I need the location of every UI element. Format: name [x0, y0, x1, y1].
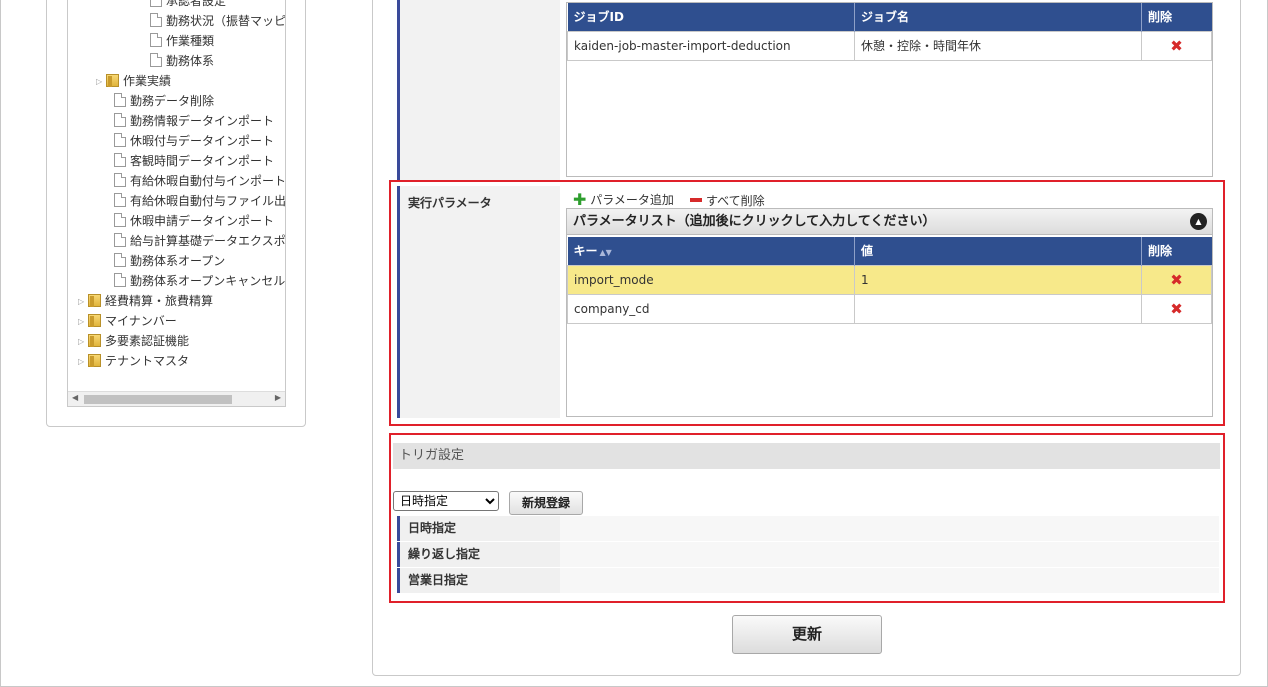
tree-item[interactable]: 有給休暇自動付与ファイル出 — [114, 191, 285, 211]
horizontal-scrollbar[interactable]: ◀ ▶ — [68, 391, 285, 406]
folder-icon — [88, 334, 101, 347]
tree-item[interactable]: 勤務体系 — [150, 51, 214, 71]
doc-icon — [114, 153, 126, 167]
folder-icon — [106, 74, 119, 87]
tree-item[interactable]: 給与計算基礎データエクスポ — [114, 231, 285, 251]
expand-arrow-icon[interactable]: ▷ — [78, 312, 88, 332]
tree-item[interactable]: 休暇申請データインポート — [114, 211, 274, 231]
col-header-job-id[interactable]: ジョブID — [567, 3, 855, 31]
tree-item-folder[interactable]: ▷ 経費精算・旅費精算 — [78, 291, 213, 311]
trigger-row-label: 営業日指定 — [397, 568, 560, 593]
col-header-key[interactable]: キー ▲▼ — [567, 237, 855, 265]
trigger-row-repeat: 繰り返し指定 — [397, 542, 1219, 567]
tree-item[interactable]: 作業種類 — [150, 31, 214, 51]
trigger-row-label: 日時指定 — [397, 516, 560, 541]
delete-x-icon[interactable]: ✖ — [1170, 37, 1183, 55]
col-header-job-name[interactable]: ジョブ名 — [854, 3, 1142, 31]
doc-icon — [150, 53, 162, 67]
job-list-label — [397, 0, 560, 181]
collapse-up-icon[interactable]: ▲ — [1190, 213, 1207, 230]
delete-cell[interactable]: ✖ — [1141, 264, 1212, 295]
tree-item[interactable]: 有給休暇自動付与インポート — [114, 171, 285, 191]
tree-item[interactable]: 勤務体系オープンキャンセル — [114, 271, 285, 291]
params-label: 実行パラメータ — [397, 186, 560, 418]
doc-icon — [114, 233, 126, 247]
plus-icon: ✚ — [573, 190, 587, 209]
menu-tree: 承認者設定 勤務状況（振替マッピ 作業種類 勤務体系 ▷ 作業実績 勤務データ削除… — [67, 0, 286, 407]
tree-item[interactable]: 休暇付与データインポート — [114, 131, 274, 151]
col-header-delete: 削除 — [1141, 3, 1212, 31]
param-key-cell[interactable]: import_mode — [567, 264, 855, 295]
trigger-section-header: トリガ設定 — [393, 443, 1220, 469]
parameter-list: パラメータリスト（追加後にクリックして入力してください） ▲ キー ▲▼ 値 削除… — [566, 208, 1213, 417]
delete-x-icon[interactable]: ✖ — [1170, 300, 1183, 318]
tree-item-folder[interactable]: ▷ 作業実績 — [96, 71, 171, 91]
tree-item[interactable]: 勤務状況（振替マッピ — [150, 11, 285, 31]
trigger-row-datetime: 日時指定 — [397, 516, 1219, 541]
tree-item-folder[interactable]: ▷ マイナンバー — [78, 311, 177, 331]
job-id-cell[interactable]: kaiden-job-master-import-deduction — [567, 30, 855, 61]
trigger-row-label: 繰り返し指定 — [397, 542, 560, 567]
menu-tree-panel: 承認者設定 勤務状況（振替マッピ 作業種類 勤務体系 ▷ 作業実績 勤務データ削除… — [46, 0, 306, 427]
table-row[interactable]: kaiden-job-master-import-deduction 休憩・控除… — [567, 30, 1212, 61]
parameter-list-caption: パラメータリスト（追加後にクリックして入力してください） ▲ — [567, 209, 1212, 235]
doc-icon — [114, 273, 126, 287]
doc-icon — [114, 93, 126, 107]
folder-icon — [88, 294, 101, 307]
trigger-row-value — [560, 542, 1219, 567]
trigger-row-value — [560, 516, 1219, 541]
tree-item[interactable]: 勤務データ削除 — [114, 91, 214, 111]
doc-icon — [114, 113, 126, 127]
delete-cell[interactable]: ✖ — [1141, 293, 1212, 324]
new-register-button[interactable]: 新規登録 — [509, 491, 583, 515]
tree-item[interactable]: 承認者設定 — [150, 0, 226, 11]
param-key-cell[interactable]: company_cd — [567, 293, 855, 324]
expand-arrow-icon[interactable]: ▷ — [78, 332, 88, 352]
doc-icon — [150, 13, 162, 27]
doc-icon — [114, 193, 126, 207]
col-header-value[interactable]: 値 — [854, 237, 1142, 265]
doc-icon — [150, 33, 162, 47]
param-value-cell[interactable]: 1 — [854, 264, 1142, 295]
table-row[interactable]: company_cd ✖ — [567, 293, 1212, 324]
tree-item-folder[interactable]: ▷ 多要素認証機能 — [78, 331, 189, 351]
doc-icon — [150, 0, 162, 7]
add-parameter-button[interactable]: ✚ パラメータ追加 — [573, 190, 674, 209]
doc-icon — [114, 213, 126, 227]
col-header-delete: 削除 — [1141, 237, 1212, 265]
doc-icon — [114, 133, 126, 147]
expand-arrow-icon[interactable]: ▷ — [96, 72, 106, 92]
update-button[interactable]: 更新 — [732, 615, 882, 654]
trigger-type-select[interactable]: 日時指定 — [393, 491, 499, 511]
doc-icon — [114, 173, 126, 187]
trigger-row-value — [560, 568, 1219, 593]
tree-item[interactable]: 勤務体系オープン — [114, 251, 225, 271]
trigger-row-business-day: 営業日指定 — [397, 568, 1219, 593]
doc-icon — [114, 253, 126, 267]
param-value-cell[interactable] — [854, 293, 1142, 324]
tree-item[interactable]: 客観時間データインポート — [114, 151, 274, 171]
remove-all-button[interactable]: すべて削除 — [690, 192, 765, 209]
tree-item[interactable]: 勤務情報データインポート — [114, 111, 274, 131]
expand-arrow-icon[interactable]: ▷ — [78, 352, 88, 372]
scroll-right-icon[interactable]: ▶ — [275, 393, 281, 402]
job-name-cell[interactable]: 休憩・控除・時間年休 — [854, 30, 1142, 61]
delete-x-icon[interactable]: ✖ — [1170, 271, 1183, 289]
scrollbar-thumb[interactable] — [84, 395, 232, 404]
job-table: ジョブID ジョブ名 削除 kaiden-job-master-import-d… — [566, 2, 1213, 177]
folder-icon — [88, 354, 101, 367]
expand-arrow-icon[interactable]: ▷ — [78, 292, 88, 312]
table-row[interactable]: import_mode 1 ✖ — [567, 264, 1212, 295]
scroll-left-icon[interactable]: ◀ — [72, 393, 78, 402]
minus-icon — [690, 198, 702, 202]
sort-icon[interactable]: ▲▼ — [600, 248, 612, 257]
tree-item-folder[interactable]: ▷ テナントマスタ — [78, 351, 189, 371]
delete-cell[interactable]: ✖ — [1141, 30, 1212, 61]
folder-icon — [88, 314, 101, 327]
